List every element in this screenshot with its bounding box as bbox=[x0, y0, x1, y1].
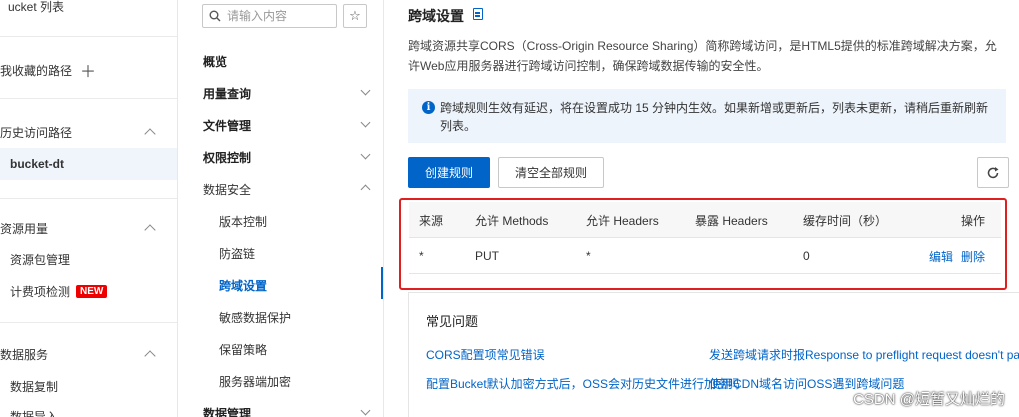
chevron-up-icon bbox=[144, 128, 156, 140]
column-header-origin: 来源 bbox=[419, 213, 444, 228]
chevron-up-icon bbox=[144, 224, 156, 236]
clear-all-rules-button[interactable]: 清空全部规则 bbox=[498, 157, 604, 188]
info-icon: i bbox=[422, 101, 435, 114]
sidebar-item-label: 资源包管理 bbox=[10, 252, 71, 267]
chevron-down-icon bbox=[360, 149, 371, 160]
column-header-actions: 操作 bbox=[961, 213, 986, 228]
faq-link[interactable]: CORS配置项常见错误 bbox=[426, 346, 545, 363]
chevron-down-icon bbox=[360, 85, 371, 96]
sidebar-item-label: 数据导入 bbox=[10, 409, 59, 417]
nav-item-access-control[interactable]: 权限控制 bbox=[203, 149, 251, 166]
sidebar-item-label: 计费项检测 bbox=[10, 284, 71, 299]
divider bbox=[0, 98, 177, 99]
bucket-nav: ☆ 概览 用量查询 文件管理 权限控制 数据安全 版本控制 防盗链 跨域设置 敏… bbox=[179, 0, 384, 417]
document-icon[interactable] bbox=[473, 8, 483, 20]
column-header-expose-headers: 暴露 Headers bbox=[695, 213, 768, 228]
sidebar-item-data-replication[interactable]: 数据复制 bbox=[0, 374, 177, 398]
search-icon bbox=[209, 10, 221, 22]
chevron-down-icon bbox=[360, 117, 371, 128]
sidebar-item-label: 历史访问路径 bbox=[0, 125, 73, 140]
faq-title: 常见问题 bbox=[426, 314, 479, 329]
nav-item-retention-policy[interactable]: 保留策略 bbox=[219, 341, 267, 358]
nav-item-cors[interactable]: 跨域设置 bbox=[219, 277, 267, 294]
favorite-button[interactable]: ☆ bbox=[343, 4, 367, 28]
sidebar-item-bucket-list[interactable]: ucket 列表 bbox=[0, 0, 177, 16]
sidebar-item-billing-check[interactable]: 计费项检测 NEW bbox=[0, 279, 177, 303]
nav-item-overview[interactable]: 概览 bbox=[203, 53, 227, 70]
refresh-icon bbox=[987, 166, 999, 178]
divider bbox=[0, 36, 177, 37]
divider bbox=[0, 322, 177, 323]
cell-max-age: 0 bbox=[803, 249, 810, 263]
cell-origin: * bbox=[419, 249, 424, 263]
bucket-sidebar: ucket 列表 我收藏的路径 ＋ 历史访问路径 bucket-dt 资源用量 … bbox=[0, 0, 178, 417]
edit-link[interactable]: 编辑 bbox=[929, 238, 953, 274]
column-header-allow-headers: 允许 Headers bbox=[586, 213, 659, 228]
nav-item-sensitive-data[interactable]: 敏感数据保护 bbox=[219, 309, 291, 326]
sidebar-item-label: 资源用量 bbox=[0, 221, 49, 236]
nav-item-data-security[interactable]: 数据安全 bbox=[203, 181, 251, 198]
sidebar-item-bucket-dt[interactable]: bucket-dt bbox=[0, 148, 177, 180]
sidebar-item-data-services[interactable]: 数据服务 bbox=[0, 342, 177, 366]
sidebar-item-label: bucket-dt bbox=[10, 157, 64, 171]
nav-item-server-encryption[interactable]: 服务器端加密 bbox=[219, 373, 291, 390]
delete-link[interactable]: 删除 bbox=[961, 238, 985, 274]
refresh-button[interactable] bbox=[977, 157, 1009, 188]
chevron-up-icon bbox=[144, 350, 156, 362]
column-header-methods: 允许 Methods bbox=[475, 213, 549, 228]
sidebar-item-label: 数据服务 bbox=[0, 347, 49, 362]
chevron-up-icon bbox=[360, 184, 371, 195]
sidebar-item-history[interactable]: 历史访问路径 bbox=[0, 120, 177, 144]
chevron-down-icon bbox=[360, 405, 371, 416]
sidebar-item-data-import[interactable]: 数据导入 bbox=[0, 404, 177, 417]
page-title: 跨域设置 bbox=[408, 8, 464, 24]
sidebar-item-label: ucket 列表 bbox=[8, 0, 65, 14]
table-header: 来源 允许 Methods 允许 Headers 暴露 Headers 缓存时间… bbox=[409, 202, 1001, 238]
cell-allow-headers: * bbox=[586, 249, 591, 263]
faq-link[interactable]: 配置Bucket默认加密方式后，OSS会对历史文件进行加密吗 bbox=[426, 375, 740, 392]
cell-methods: PUT bbox=[475, 249, 499, 263]
sidebar-item-label: 我收藏的路径 bbox=[0, 63, 73, 78]
sidebar-item-resource-usage[interactable]: 资源用量 bbox=[0, 216, 177, 240]
star-icon: ☆ bbox=[349, 8, 361, 23]
nav-item-file-management[interactable]: 文件管理 bbox=[203, 117, 251, 134]
info-notice: i 跨域规则生效有延迟，将在设置成功 15 分钟内生效。如果新增或更新后，列表未… bbox=[408, 89, 1006, 143]
cors-rules-table: 来源 允许 Methods 允许 Headers 暴露 Headers 缓存时间… bbox=[399, 198, 1007, 290]
watermark: CSDN @短暂又灿烂的 bbox=[853, 391, 1005, 408]
nav-item-data-management[interactable]: 数据管理 bbox=[203, 405, 251, 417]
cors-settings-page: 跨域设置 跨域资源共享CORS（Cross-Origin Resource Sh… bbox=[385, 0, 1019, 417]
search-input[interactable] bbox=[227, 9, 327, 23]
nav-item-versioning[interactable]: 版本控制 bbox=[219, 213, 267, 230]
page-description: 跨域资源共享CORS（Cross-Origin Resource Sharing… bbox=[408, 39, 997, 73]
sidebar-item-label: 数据复制 bbox=[10, 379, 59, 394]
add-icon[interactable]: ＋ bbox=[80, 58, 96, 82]
sidebar-item-resource-packages[interactable]: 资源包管理 bbox=[0, 247, 177, 271]
faq-link[interactable]: 发送跨域请求时报Response to preflight request do… bbox=[709, 346, 1019, 363]
new-badge: NEW bbox=[76, 284, 108, 298]
search-box[interactable] bbox=[202, 4, 337, 28]
divider bbox=[0, 198, 177, 199]
table-row: * PUT * 0 编辑 删除 bbox=[409, 238, 1001, 274]
column-header-max-age: 缓存时间（秒） bbox=[803, 213, 888, 228]
nav-item-hotlink-protection[interactable]: 防盗链 bbox=[219, 245, 255, 262]
notice-text: 跨域规则生效有延迟，将在设置成功 15 分钟内生效。如果新增或更新后，列表未更新… bbox=[440, 101, 989, 133]
sidebar-item-favorites[interactable]: 我收藏的路径 ＋ bbox=[0, 58, 177, 82]
nav-item-usage[interactable]: 用量查询 bbox=[203, 85, 251, 102]
create-rule-button[interactable]: 创建规则 bbox=[408, 157, 490, 188]
active-indicator bbox=[381, 267, 383, 299]
